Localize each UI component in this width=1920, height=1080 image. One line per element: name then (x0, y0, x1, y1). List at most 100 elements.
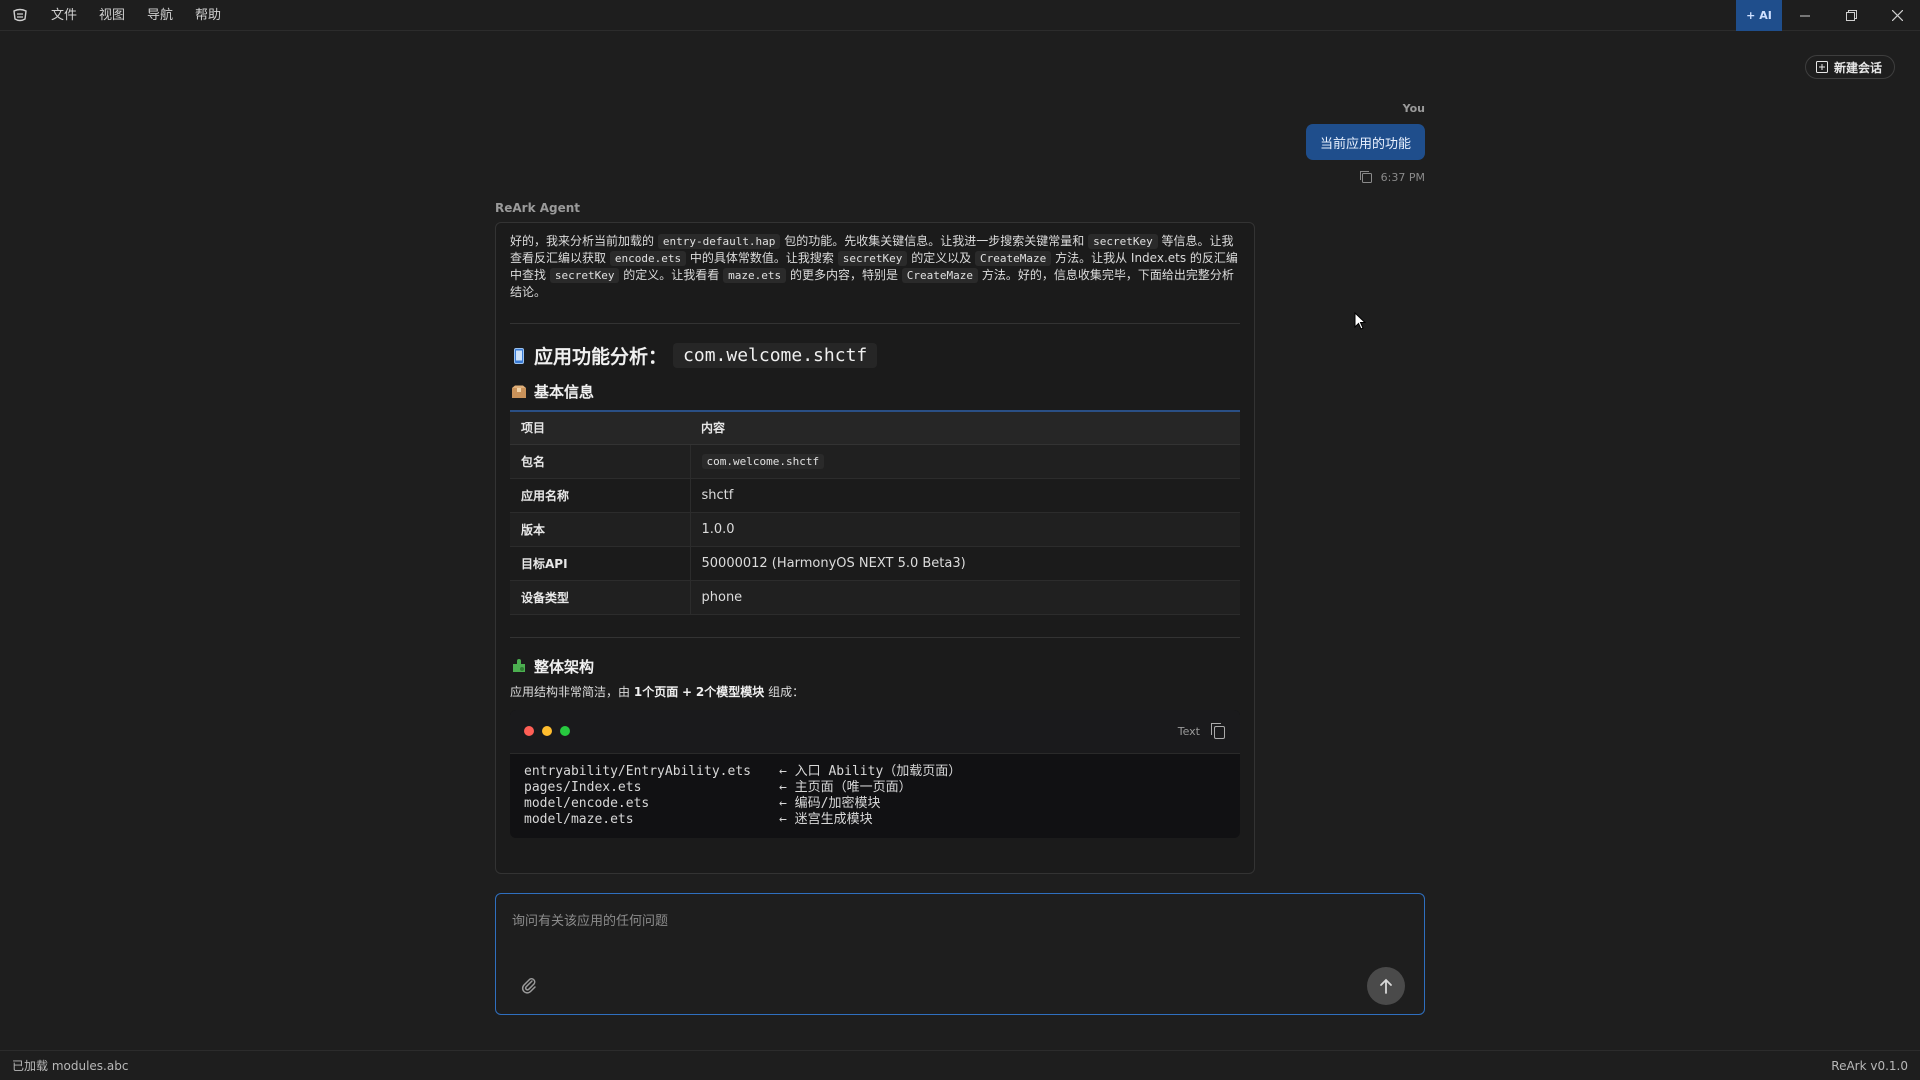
intro-text: 的定义以及 (911, 251, 972, 265)
status-version: ReArk v0.1.0 (1831, 1058, 1908, 1073)
basic-info-table: 项目 内容 包名 com.welcome.shctf 应用名称 shctf 版本… (510, 410, 1240, 615)
paperclip-icon (521, 978, 536, 994)
divider (510, 636, 1240, 638)
agent-intro: 好的，我来分析当前加载的 entry-default.hap 包的功能。先收集关… (510, 233, 1240, 301)
architecture-description: 应用结构非常简洁，由 1个页面 + 2个模型模块 组成： (510, 683, 1240, 700)
architecture-heading: 整体架构 (510, 656, 1240, 677)
code-path: pages/Index.ets (524, 779, 642, 795)
menu-navigate[interactable]: 导航 (136, 0, 184, 31)
title-bar: 文件 视图 导航 帮助 + AI (0, 0, 1920, 31)
table-row: 版本 1.0.0 (510, 512, 1240, 547)
restore-button[interactable] (1828, 0, 1874, 31)
arch-text: 组成： (768, 684, 805, 699)
agent-message: 好的，我来分析当前加载的 entry-default.hap 包的功能。先收集关… (495, 222, 1255, 874)
table-cell-key: 包名 (510, 444, 691, 479)
code-line: model/encode.ets ← 编码/加密模块 (524, 796, 1226, 812)
table-row: 设备类型 phone (510, 580, 1240, 615)
new-chat-icon (1815, 61, 1828, 73)
inline-code: CreateMaze (901, 268, 979, 283)
table-row: 包名 com.welcome.shctf (510, 444, 1240, 479)
close-button[interactable] (1874, 0, 1920, 31)
table-row: 目标API 50000012 (HarmonyOS NEXT 5.0 Beta3… (510, 546, 1240, 581)
basic-info-title: 基本信息 (534, 383, 595, 401)
code-block: Text entryability/EntryAbility.ets ← 入口 A… (510, 709, 1240, 838)
arrow-up-icon (1380, 978, 1392, 994)
analysis-heading: 应用功能分析： com.welcome.shctf (510, 342, 1240, 369)
new-chat-button[interactable]: 新建会话 (1804, 55, 1895, 79)
architecture-title: 整体架构 (534, 657, 595, 676)
mobile-phone-icon (510, 347, 528, 365)
table-header: 项目 (510, 410, 690, 445)
intro-text: 的更多内容，特别是 (789, 268, 898, 282)
ai-toggle-button[interactable]: + AI (1736, 0, 1782, 31)
code-block-header: Text (510, 709, 1240, 754)
user-message-bubble: 当前应用的功能 (1305, 124, 1425, 160)
code-note: ← 编码/加密模块 (779, 795, 881, 811)
intro-text: 的定义。让我看看 (623, 268, 720, 282)
inline-code: CreateMaze (975, 251, 1052, 266)
intro-text: 好的，我来分析当前加载的 (510, 234, 655, 248)
arch-bold: + (682, 684, 693, 699)
menu-help[interactable]: 帮助 (184, 0, 232, 31)
inline-code: maze.ets (723, 268, 787, 283)
inline-code: com.welcome.shctf (701, 453, 825, 469)
code-path: model/maze.ets (524, 811, 634, 827)
send-button[interactable] (1367, 967, 1405, 1005)
app-logo-icon (0, 0, 40, 31)
status-loaded: 已加载 modules.abc (12, 1059, 129, 1073)
inline-code: entry-default.hap (657, 234, 781, 249)
intro-text: 中的具体常数值。让我搜索 (689, 251, 834, 265)
code-line: model/maze.ets ← 迷宫生成模块 (524, 812, 1226, 828)
divider (510, 323, 1240, 324)
table-cell-value: com.welcome.shctf (690, 444, 1240, 479)
user-label: You (1402, 102, 1425, 115)
intro-text: 包的功能。先收集关键信息。让我进一步搜索关键常量和 (784, 234, 1085, 248)
inline-code: secretKey (837, 251, 908, 266)
table-cell-key: 应用名称 (510, 478, 691, 513)
status-bar: 已加载 modules.abc ReArk v0.1.0 (0, 1050, 1920, 1080)
new-chat-label: 新建会话 (1833, 60, 1882, 75)
code-note: ← 迷宫生成模块 (779, 811, 873, 827)
yellow-dot-icon (542, 726, 552, 736)
arch-bold: 2个模型模块 (695, 684, 765, 699)
table-row: 应用名称 shctf (510, 478, 1240, 513)
code-note: ← 入口 Ability（加载页面） (779, 763, 962, 779)
minimize-icon (1800, 15, 1810, 16)
package-box-icon (510, 383, 528, 401)
table-cell-value: shctf (690, 478, 1240, 513)
close-icon (1891, 10, 1903, 21)
inline-code: secretKey (549, 268, 620, 283)
code-line: pages/Index.ets ← 主页面（唯一页面） (524, 780, 1226, 796)
copy-code-icon[interactable] (1210, 722, 1226, 740)
table-cell-value: phone (690, 580, 1240, 615)
inline-code: encode.ets (609, 251, 687, 266)
arch-text: 应用结构非常简洁，由 (510, 684, 631, 699)
menu-file[interactable]: 文件 (40, 0, 88, 31)
chat-input-box[interactable] (495, 893, 1425, 1015)
chat-input[interactable] (512, 910, 1392, 950)
code-path: model/encode.ets (524, 795, 650, 811)
table-cell-key: 版本 (510, 512, 691, 547)
mouse-cursor-icon (1354, 311, 1367, 334)
agent-label: ReArk Agent (495, 201, 581, 215)
table-cell-key: 目标API (510, 546, 691, 581)
attach-button[interactable] (520, 976, 540, 996)
menu-view[interactable]: 视图 (88, 0, 136, 31)
message-time: 6:37 PM (1380, 170, 1425, 184)
table-header-row: 项目 内容 (510, 410, 1240, 445)
code-line: entryability/EntryAbility.ets ← 入口 Abilit… (524, 764, 1226, 780)
code-path: entryability/EntryAbility.ets (524, 763, 751, 779)
green-dot-icon (560, 726, 570, 736)
table-cell-key: 设备类型 (510, 580, 691, 615)
code-note: ← 主页面（唯一页面） (779, 779, 912, 795)
code-language: Text (1177, 724, 1200, 738)
analysis-package: com.welcome.shctf (673, 343, 878, 368)
basic-info-heading: 基本信息 (510, 381, 1240, 402)
minimize-button[interactable] (1782, 0, 1828, 31)
code-content: entryability/EntryAbility.ets ← 入口 Abilit… (510, 754, 1240, 838)
arch-bold: 1个页面 (633, 684, 679, 699)
copy-icon[interactable] (1359, 170, 1373, 184)
red-dot-icon (524, 726, 534, 736)
table-header: 内容 (690, 410, 1240, 445)
restore-icon (1845, 10, 1857, 21)
